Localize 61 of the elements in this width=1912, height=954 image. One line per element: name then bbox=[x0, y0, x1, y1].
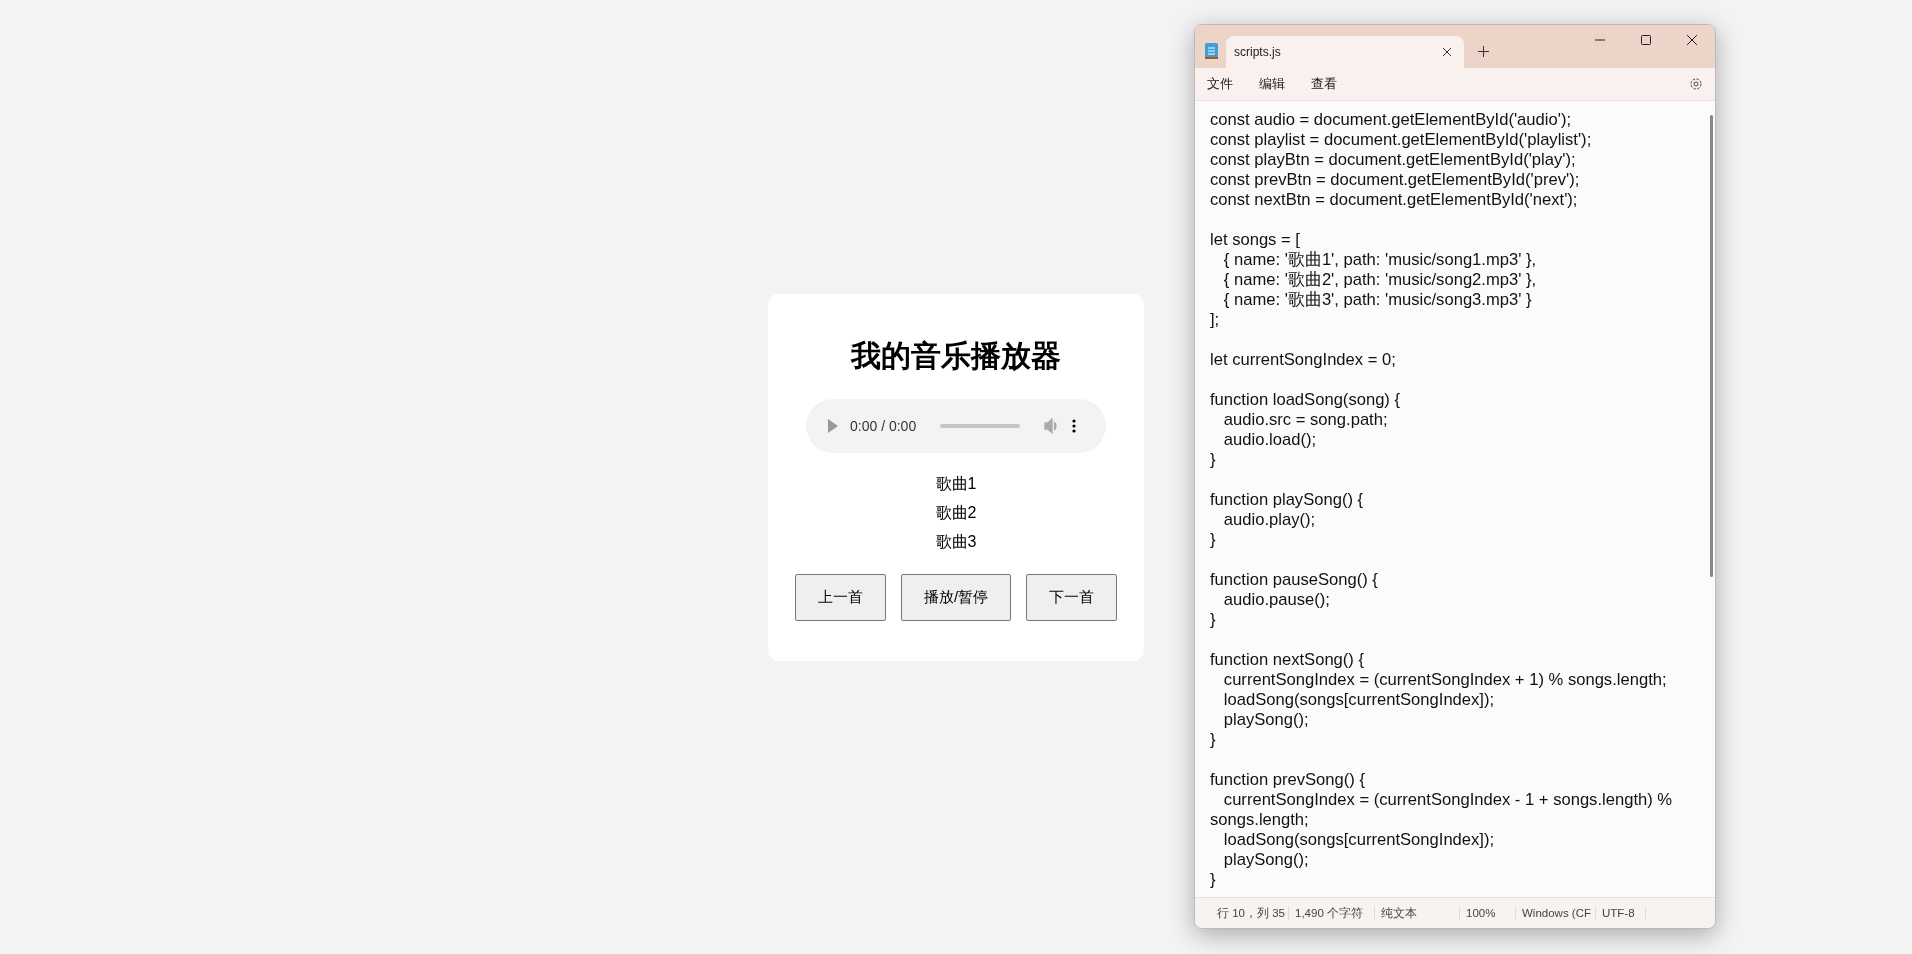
code-line: } bbox=[1210, 610, 1217, 630]
code-line: } bbox=[1210, 730, 1217, 750]
code-line: const playlist = document.getElementById('playlist'); bbox=[1210, 130, 1593, 150]
code-line: playSong(); bbox=[1222, 710, 1310, 730]
code-line: audio.pause(); bbox=[1222, 590, 1331, 610]
code-line: loadSong(songs[currentSongIndex]); bbox=[1222, 830, 1496, 850]
code-line: const prevBtn = document.getElementById('prev'); bbox=[1210, 170, 1581, 190]
code-line: songs.length; bbox=[1210, 810, 1310, 830]
code-line: audio.play(); bbox=[1222, 510, 1317, 530]
status-item: UTF-8 bbox=[1596, 907, 1646, 919]
status-item: 100% bbox=[1460, 907, 1516, 919]
code-line: const nextBtn = document.getElementById('next'); bbox=[1210, 190, 1579, 210]
audio-player[interactable]: 0:00 / 0:00 bbox=[806, 398, 1106, 453]
code-line: } bbox=[1210, 450, 1217, 470]
close-icon[interactable] bbox=[1685, 33, 1699, 47]
code-line: loadSong(songs[currentSongIndex]); bbox=[1222, 690, 1496, 710]
more-icon[interactable] bbox=[1072, 418, 1077, 433]
play-icon[interactable] bbox=[828, 418, 838, 433]
plus-icon[interactable] bbox=[1478, 46, 1489, 57]
menu-item[interactable]: 编辑 bbox=[1259, 75, 1285, 93]
settings-icon[interactable] bbox=[1689, 77, 1703, 91]
close-icon[interactable] bbox=[1442, 47, 1452, 57]
menu-item[interactable]: 查看 bbox=[1311, 75, 1337, 93]
code-line: currentSongIndex = (currentSongIndex - 1 + songs.length) % bbox=[1222, 790, 1674, 810]
playlist-item[interactable]: 歌曲1 bbox=[935, 472, 977, 494]
status-item: 行 10，列 35 bbox=[1211, 905, 1289, 921]
code-line: { name: '歌曲3', path: 'music/song3.mp3' } bbox=[1222, 290, 1533, 310]
file-tab[interactable]: scripts.js bbox=[1226, 36, 1464, 68]
menu-item[interactable]: 文件 bbox=[1207, 75, 1233, 93]
code-line: currentSongIndex = (currentSongIndex + 1) % songs.length; bbox=[1222, 670, 1668, 690]
progress-track[interactable] bbox=[940, 423, 1021, 428]
status-item: 1,490 个字符 bbox=[1289, 905, 1375, 921]
code-line: } bbox=[1210, 530, 1217, 550]
code-line: function nextSong() { bbox=[1210, 650, 1366, 670]
audio-time: 0:00 / 0:00 bbox=[850, 417, 917, 434]
status-item: 纯文本 bbox=[1375, 905, 1460, 921]
code-line: const audio = document.getElementById('audio'); bbox=[1210, 110, 1572, 130]
control-button[interactable]: 上一首 bbox=[794, 573, 886, 621]
code-line: const playBtn = document.getElementById('play'); bbox=[1210, 150, 1577, 170]
code-line: function loadSong(song) { bbox=[1210, 390, 1402, 410]
code-line: playSong(); bbox=[1222, 850, 1310, 870]
playlist-item[interactable]: 歌曲2 bbox=[935, 501, 977, 523]
playlist-item[interactable]: 歌曲3 bbox=[935, 530, 977, 552]
notepad-icon bbox=[1205, 42, 1218, 59]
control-button[interactable]: 播放/暂停 bbox=[900, 573, 1012, 621]
code-line: function playSong() { bbox=[1210, 490, 1365, 510]
code-line: audio.load(); bbox=[1222, 430, 1318, 450]
code-line: { name: '歌曲2', path: 'music/song2.mp3' }, bbox=[1222, 270, 1538, 290]
code-line: let songs = [ bbox=[1210, 230, 1301, 250]
maximize-icon[interactable] bbox=[1639, 33, 1653, 47]
player-title: 我的音乐播放器 bbox=[851, 336, 1061, 375]
code-line: audio.src = song.path; bbox=[1222, 410, 1389, 430]
code-line: function prevSong() { bbox=[1210, 770, 1366, 790]
code-line: { name: '歌曲1', path: 'music/song1.mp3' }, bbox=[1222, 250, 1538, 270]
code-line: ]; bbox=[1210, 310, 1221, 330]
code-line: let currentSongIndex = 0; bbox=[1210, 350, 1397, 370]
code-line: } bbox=[1210, 870, 1217, 890]
code-line: function pauseSong() { bbox=[1210, 570, 1379, 590]
status-item: Windows (CF bbox=[1516, 907, 1596, 919]
control-button[interactable]: 下一首 bbox=[1026, 573, 1118, 621]
scrollbar[interactable] bbox=[1710, 115, 1713, 577]
